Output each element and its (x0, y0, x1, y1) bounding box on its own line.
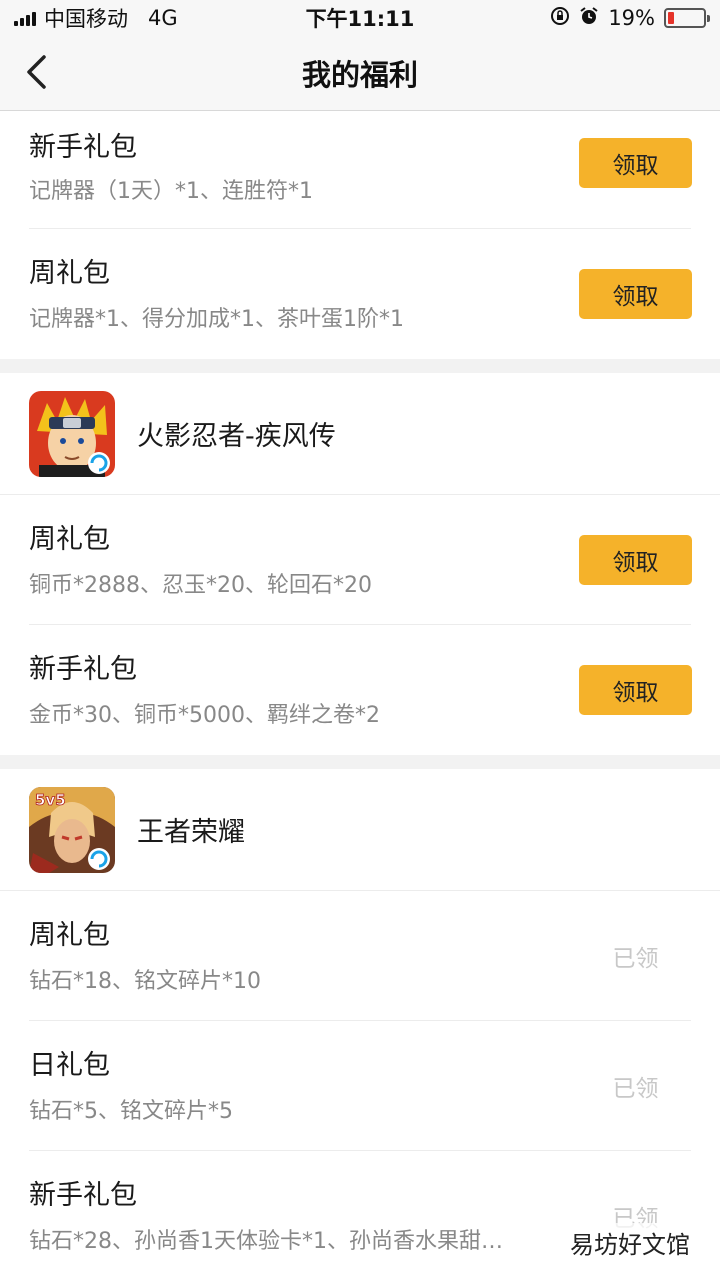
alarm-icon (579, 6, 599, 31)
claim-button[interactable]: 领取 (579, 269, 692, 319)
gift-item: 新手礼包 记牌器（1天）*1、连胜符*1 领取 (0, 111, 720, 229)
signal-icon (14, 10, 36, 26)
gift-item: 周礼包 钻石*18、铭文碎片*10 已领 (0, 891, 720, 1021)
carrier-label: 中国移动 (44, 7, 128, 31)
naruto-game-icon (29, 390, 115, 477)
back-button[interactable] (14, 50, 58, 94)
gift-name: 新手礼包 (29, 654, 137, 685)
rotation-lock-icon (550, 6, 570, 31)
gift-name: 新手礼包 (29, 132, 137, 163)
gift-item: 周礼包 记牌器*1、得分加成*1、茶叶蛋1阶*1 领取 (0, 229, 720, 359)
gift-description: 钻石*28、孙尚香1天体验卡*1、孙尚香水果甜… (29, 1229, 503, 1254)
gift-description: 记牌器（1天）*1、连胜符*1 (29, 179, 313, 204)
claim-button[interactable]: 领取 (579, 535, 692, 585)
battery-level-fill (668, 12, 675, 24)
gift-list[interactable]: 新手礼包 记牌器（1天）*1、连胜符*1 领取 周礼包 记牌器*1、得分加成*1… (0, 111, 720, 1280)
gift-description: 铜币*2888、忍玉*20、轮回石*20 (29, 573, 372, 598)
gift-group: 新手礼包 记牌器（1天）*1、连胜符*1 领取 周礼包 记牌器*1、得分加成*1… (0, 111, 720, 359)
battery-icon (664, 8, 710, 28)
gift-name: 周礼包 (29, 258, 110, 289)
gift-item: 日礼包 钻石*5、铭文碎片*5 已领 (0, 1021, 720, 1151)
gift-description: 钻石*18、铭文碎片*10 (29, 969, 261, 994)
battery-percent: 19% (608, 6, 655, 30)
claim-button[interactable]: 领取 (579, 138, 692, 188)
claim-button[interactable]: 领取 (579, 665, 692, 715)
nav-bar: 我的福利 (0, 36, 720, 111)
svg-text:5v5: 5v5 (35, 791, 66, 809)
game-name: 王者荣耀 (137, 817, 245, 848)
gift-name: 周礼包 (29, 920, 110, 951)
network-label: 4G (148, 6, 178, 30)
claimed-status: 已领 (612, 946, 659, 972)
gift-item: 周礼包 铜币*2888、忍玉*20、轮回石*20 领取 (0, 495, 720, 625)
gift-name: 周礼包 (29, 524, 110, 555)
gift-description: 记牌器*1、得分加成*1、茶叶蛋1阶*1 (29, 307, 404, 332)
gift-group: 5v5 王者荣耀 周礼包 钻石*18、铭文碎片*10 已领 日礼包 钻石*5、铭… (0, 769, 720, 1280)
gift-name: 新手礼包 (29, 1180, 137, 1211)
claimed-status: 已领 (612, 1076, 659, 1102)
gift-description: 钻石*5、铭文碎片*5 (29, 1099, 233, 1124)
gift-description: 金币*30、铜币*5000、羁绊之卷*2 (29, 703, 380, 728)
game-name: 火影忍者-疾风传 (137, 421, 336, 452)
gift-group: 火影忍者-疾风传 周礼包 铜币*2888、忍玉*20、轮回石*20 领取 新手礼… (0, 373, 720, 755)
honor-of-kings-game-icon: 5v5 (29, 786, 115, 873)
gift-item: 新手礼包 金币*30、铜币*5000、羁绊之卷*2 领取 (0, 625, 720, 755)
chevron-left-icon (27, 55, 46, 89)
status-time: 下午11:11 (305, 7, 415, 31)
watermark: 易坊好文馆 (566, 1223, 694, 1262)
game-header[interactable]: 5v5 王者荣耀 (0, 769, 720, 891)
gift-name: 日礼包 (29, 1050, 110, 1081)
page-title: 我的福利 (301, 58, 418, 92)
game-header[interactable]: 火影忍者-疾风传 (0, 373, 720, 495)
status-bar: 中国移动 4G 下午11:11 19% (0, 0, 720, 36)
